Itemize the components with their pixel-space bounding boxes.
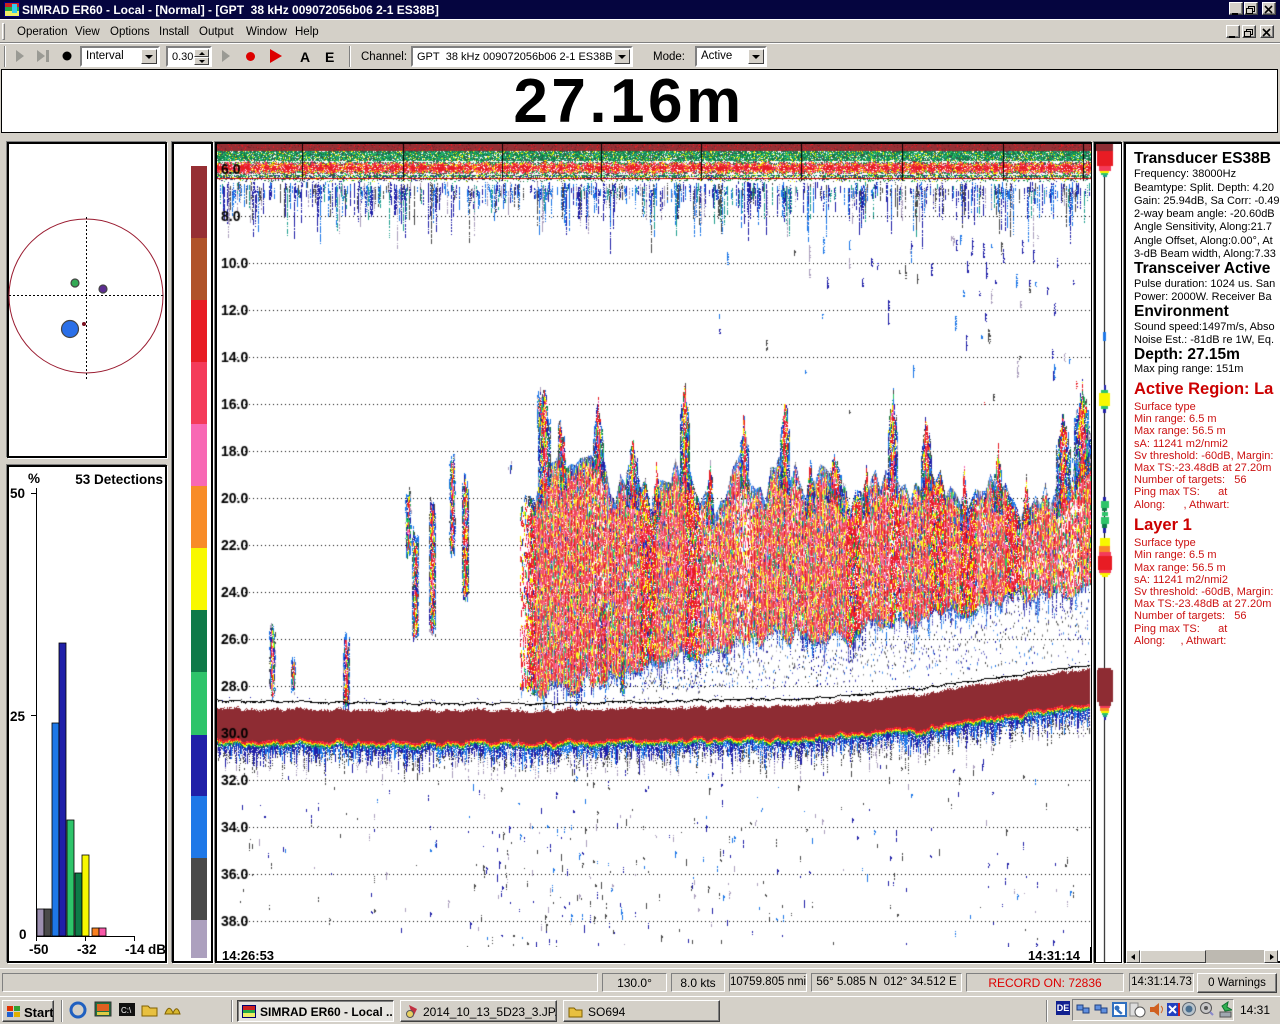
svg-text:0: 0 (19, 927, 27, 942)
svg-text:C:\: C:\ (121, 1006, 132, 1015)
svg-text:%: % (28, 471, 40, 486)
svg-text:dB: dB (148, 942, 166, 957)
svg-text:50: 50 (10, 486, 25, 501)
svg-text:-14: -14 (125, 942, 145, 957)
svg-text:53 Detections: 53 Detections (75, 472, 163, 487)
svg-text:-50: -50 (29, 942, 49, 957)
svg-text:-32: -32 (77, 942, 97, 957)
svg-text:25: 25 (10, 709, 26, 724)
